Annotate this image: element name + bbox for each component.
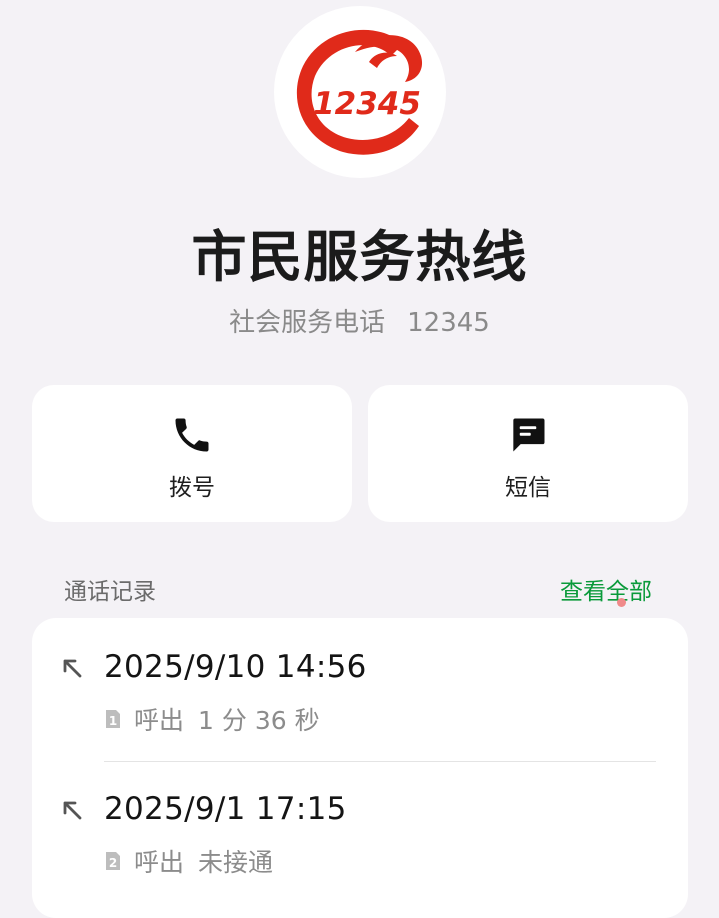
call-meta: 1 呼出 1 分 36 秒 (104, 703, 320, 735)
view-all-label: 查看全部 (560, 579, 652, 605)
call-history-list: 2025/9/10 14:56 1 呼出 1 分 36 秒 2025/9/1 1… (32, 618, 688, 918)
call-meta: 2 呼出 未接通 (104, 845, 273, 877)
logo-text: 12345 (313, 86, 421, 122)
message-icon (513, 418, 545, 452)
outgoing-call-arrow-icon (63, 801, 82, 820)
call-datetime: 2025/9/1 17:15 (104, 791, 347, 827)
sim-1-icon: 1 (106, 710, 120, 728)
outgoing-call-arrow-icon (63, 659, 82, 678)
sms-label: 短信 (505, 475, 551, 501)
sim-2-icon: 2 (106, 852, 120, 870)
call-direction: 呼出 (134, 848, 185, 877)
contact-avatar[interactable]: 12345 (274, 6, 446, 178)
call-direction: 呼出 (134, 706, 185, 735)
contact-name: 市民服务热线 (191, 225, 528, 289)
unread-dot (617, 598, 626, 607)
contact-number: 12345 (407, 308, 490, 338)
contact-category: 社会服务电话 (229, 308, 386, 338)
hotline-12345-logo: 12345 (296, 29, 423, 155)
call-datetime: 2025/9/10 14:56 (104, 649, 367, 685)
call-history-title: 通话记录 (64, 579, 156, 605)
sms-button[interactable]: 短信 (368, 385, 688, 522)
dial-button[interactable]: 拨号 (32, 385, 352, 522)
contact-subtitle: 社会服务电话 12345 (0, 302, 719, 339)
view-all-link[interactable]: 查看全部 (560, 572, 652, 607)
call-status: 未接通 (198, 848, 274, 877)
call-record[interactable]: 2025/9/1 17:15 2 呼出 未接通 (32, 760, 688, 890)
call-record[interactable]: 2025/9/10 14:56 1 呼出 1 分 36 秒 (32, 618, 688, 748)
call-duration: 1 分 36 秒 (198, 706, 320, 735)
dial-label: 拨号 (169, 475, 215, 501)
phone-icon (175, 418, 209, 452)
svg-text:2: 2 (109, 856, 117, 870)
svg-text:1: 1 (109, 714, 117, 728)
